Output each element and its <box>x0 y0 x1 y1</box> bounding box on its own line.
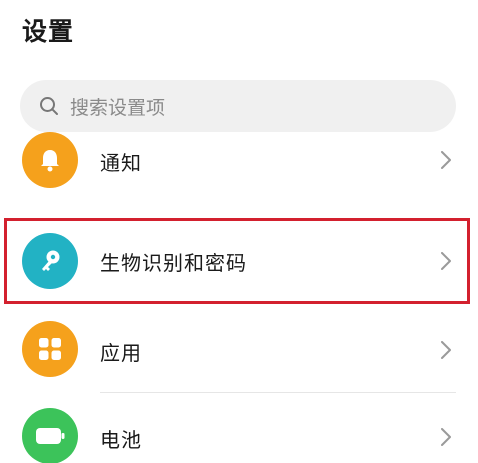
settings-item-battery[interactable]: 电池 <box>0 404 478 463</box>
settings-item-label: 通知 <box>100 151 142 175</box>
chevron-right-icon <box>438 340 454 360</box>
page-title: 设置 <box>22 17 75 46</box>
settings-item-label: 应用 <box>100 341 142 365</box>
settings-item-label: 电池 <box>100 428 142 452</box>
settings-item-apps[interactable]: 应用 <box>0 318 478 384</box>
search-placeholder: 搜索设置项 <box>70 96 166 119</box>
highlight-box <box>4 218 470 304</box>
chevron-right-icon <box>438 150 454 170</box>
bell-icon <box>22 132 78 188</box>
search-bar[interactable]: 搜索设置项 <box>20 80 456 132</box>
row-divider <box>100 392 456 393</box>
search-icon <box>38 95 60 117</box>
settings-item-notifications[interactable]: 通知 <box>0 130 478 190</box>
apps-grid-icon <box>22 321 78 377</box>
battery-icon <box>22 408 78 463</box>
chevron-right-icon <box>438 427 454 447</box>
settings-screen: 设置 搜索设置项 通知 生物识别和密码 应用 电池 <box>0 0 478 463</box>
